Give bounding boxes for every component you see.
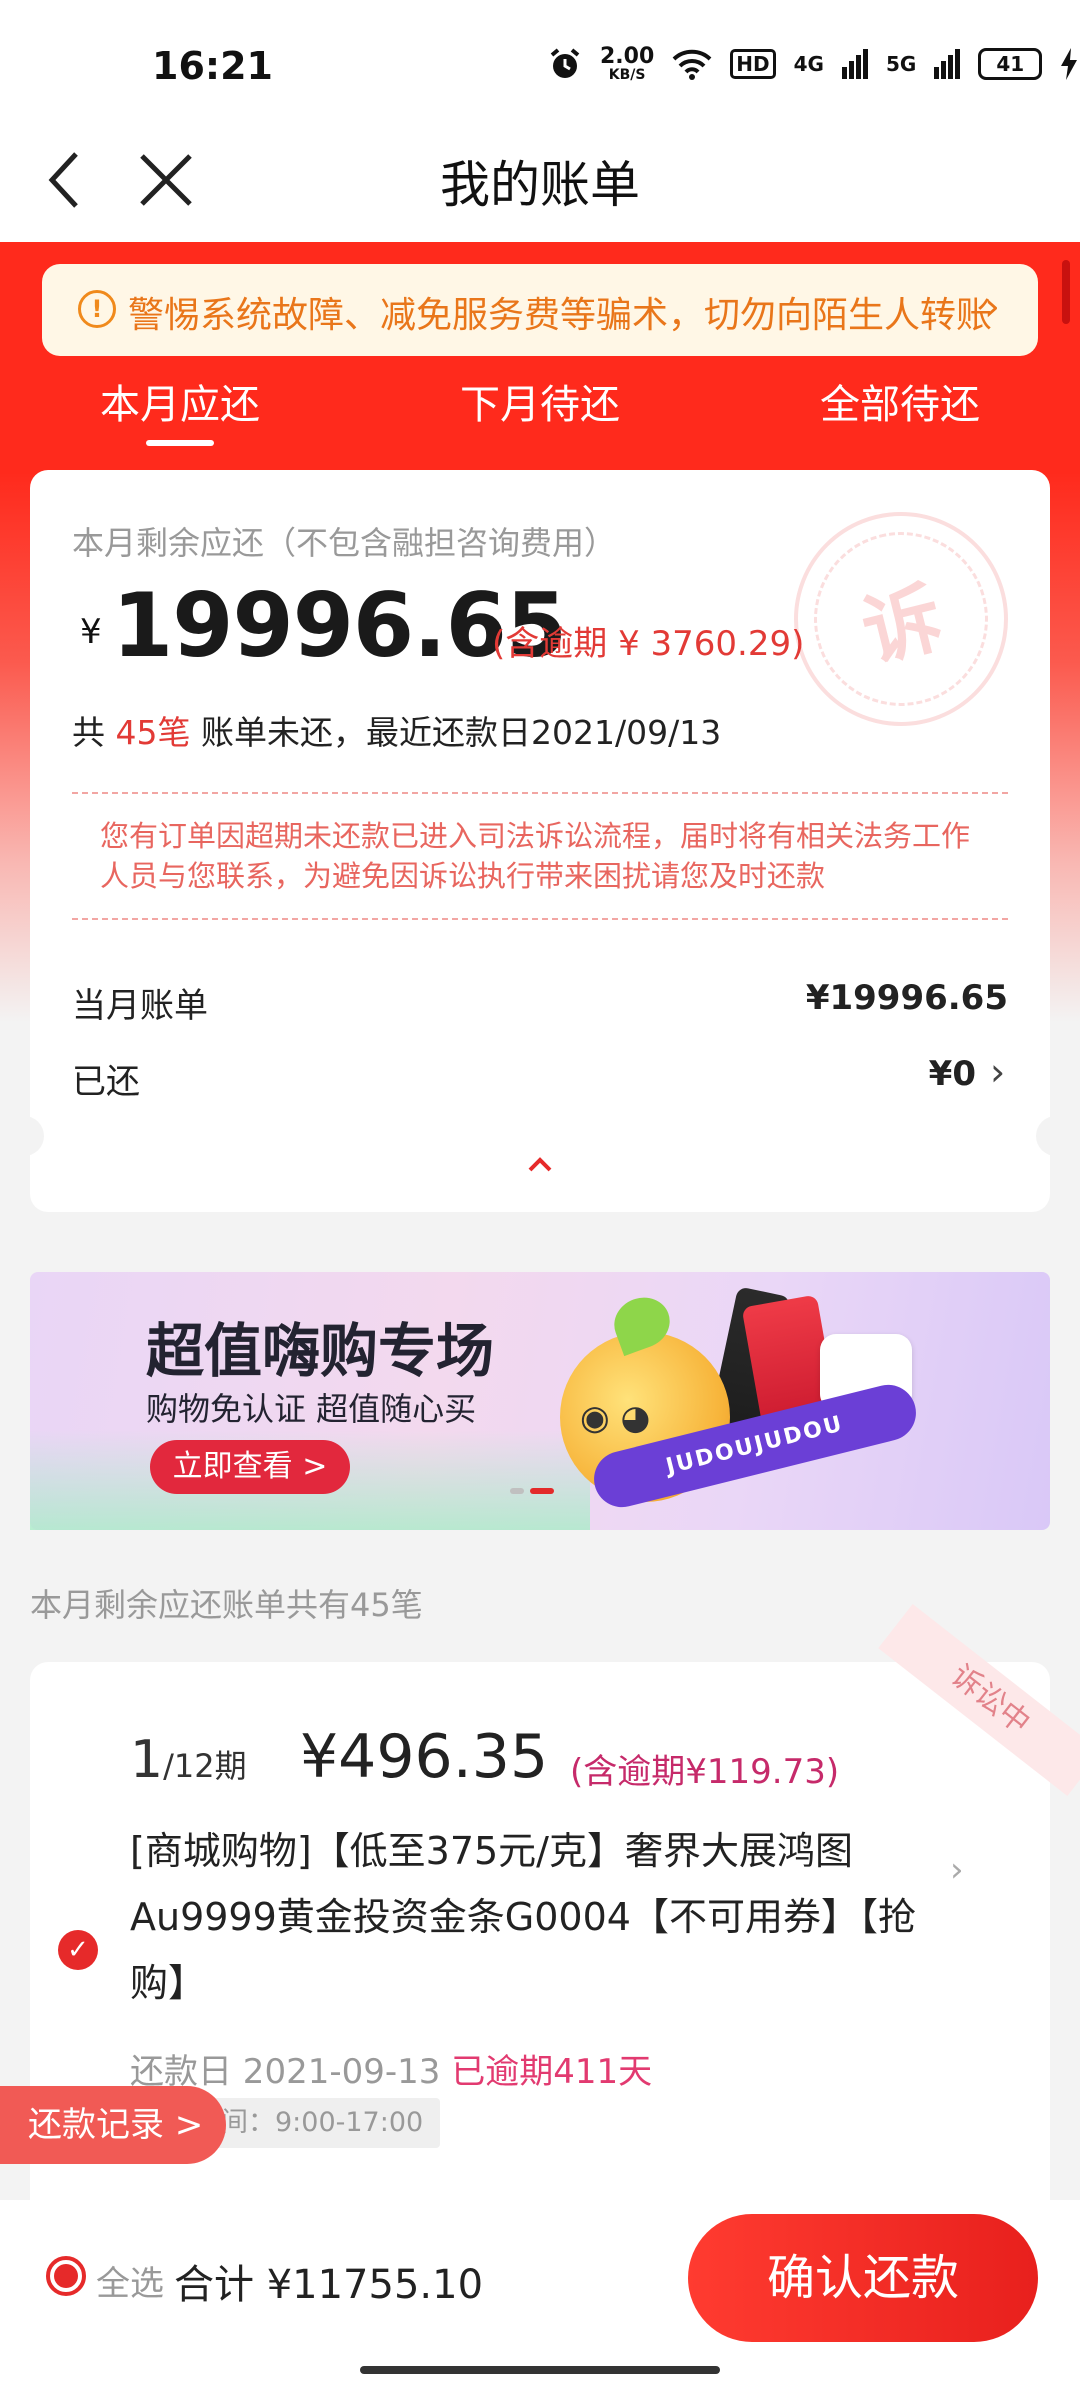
chevron-right-icon[interactable]: ›	[950, 1850, 964, 1890]
alarm-icon	[550, 48, 580, 78]
bill-item-title: [商城购物]【低至375元/克】奢界大展鸿图Au9999黄金投资金条G0004【…	[130, 1829, 916, 2005]
repaid-value[interactable]: ¥0	[929, 1054, 976, 1094]
net-rate: 2.00 KB/S	[600, 44, 655, 83]
bill-list-caption: 本月剩余应还账单共有45笔	[30, 1586, 423, 1624]
remaining-due-label: 本月剩余应还（不包含融担咨询费用）	[72, 524, 617, 562]
divider	[72, 792, 1008, 794]
installment-overdue-note: (含逾期¥119.73)	[570, 1752, 840, 1792]
signal-bars-icon	[841, 49, 868, 79]
banner-title: 超值嗨购专场	[146, 1317, 495, 1385]
installment-amount: ¥496.35	[300, 1722, 549, 1792]
check-icon[interactable]: ✓	[58, 1930, 98, 1970]
tab-all-pending[interactable]: 全部待还	[820, 372, 980, 430]
fraud-notice-text: 警惕系统故障、减免服务费等骗术，切勿向陌生人转账	[128, 295, 993, 336]
overdue-amount-note: (含逾期 ¥ 3760.29)	[492, 624, 805, 664]
repayment-record-button[interactable]: 还款记录 >	[0, 2086, 226, 2164]
wifi-icon	[672, 49, 712, 80]
overdue-days: 已逾期411天	[451, 2052, 653, 2092]
select-all-label[interactable]: 全选	[96, 2256, 164, 2305]
home-indicator[interactable]	[360, 2366, 720, 2374]
chevron-right-icon[interactable]: ›	[990, 1050, 1005, 1094]
monthly-bill-value: ¥19996.65	[805, 978, 1008, 1018]
scrollbar[interactable]	[1062, 260, 1070, 324]
hd-badge: HD	[730, 49, 776, 79]
banner-view-button[interactable]: 立即查看 >	[150, 1440, 350, 1494]
status-time: 16:21	[152, 44, 273, 88]
bill-count: 45笔	[115, 713, 191, 752]
banner-subtitle: 购物免认证 超值随心买	[146, 1390, 477, 1428]
signal-bars-icon	[934, 49, 961, 79]
signal-4g: 4G	[793, 52, 824, 76]
chevron-up-icon[interactable]	[524, 1148, 556, 1180]
due-date-line: 还款日 2021-09-13 已逾期411天	[130, 2052, 653, 2092]
status-icons: 2.00 KB/S HD 4G 5G 41	[548, 44, 1078, 84]
charging-icon	[1061, 48, 1078, 80]
bill-count-line: 共 45笔 账单未还，最近还款日2021/09/13	[72, 713, 722, 752]
banner-mascot-eyes: ◉ ◕	[580, 1398, 651, 1438]
tab-active-indicator	[146, 440, 214, 446]
repaid-label[interactable]: 已还	[72, 1054, 140, 1103]
select-all-radio-dot	[54, 2264, 78, 2288]
tab-this-month[interactable]: 本月应还	[100, 372, 260, 430]
installment-period: 1/12期	[130, 1730, 247, 1790]
status-bar: 16:21 2.00 KB/S HD 4G 5G 41	[0, 0, 1080, 130]
page-title: 我的账单	[440, 156, 640, 214]
battery-icon: 41	[978, 48, 1043, 80]
confirm-repay-button[interactable]: 确认还款	[688, 2214, 1038, 2342]
carousel-dot-active	[530, 1488, 554, 1494]
divider	[72, 918, 1008, 920]
lawsuit-warning: 您有订单因超期未还款已进入司法诉讼流程，届时将有相关法务工作人员与您联系，为避免…	[100, 819, 971, 893]
carousel-dot	[510, 1488, 524, 1494]
signal-5g: 5G	[885, 52, 917, 76]
currency-symbol: ¥	[80, 612, 102, 652]
chevron-right-icon: ›	[984, 284, 1000, 330]
alert-icon: !	[78, 290, 116, 328]
monthly-bill-label: 当月账单	[72, 986, 208, 1026]
tab-next-month[interactable]: 下月待还	[460, 372, 620, 430]
total-amount: 合计 ¥11755.10	[174, 2262, 484, 2308]
